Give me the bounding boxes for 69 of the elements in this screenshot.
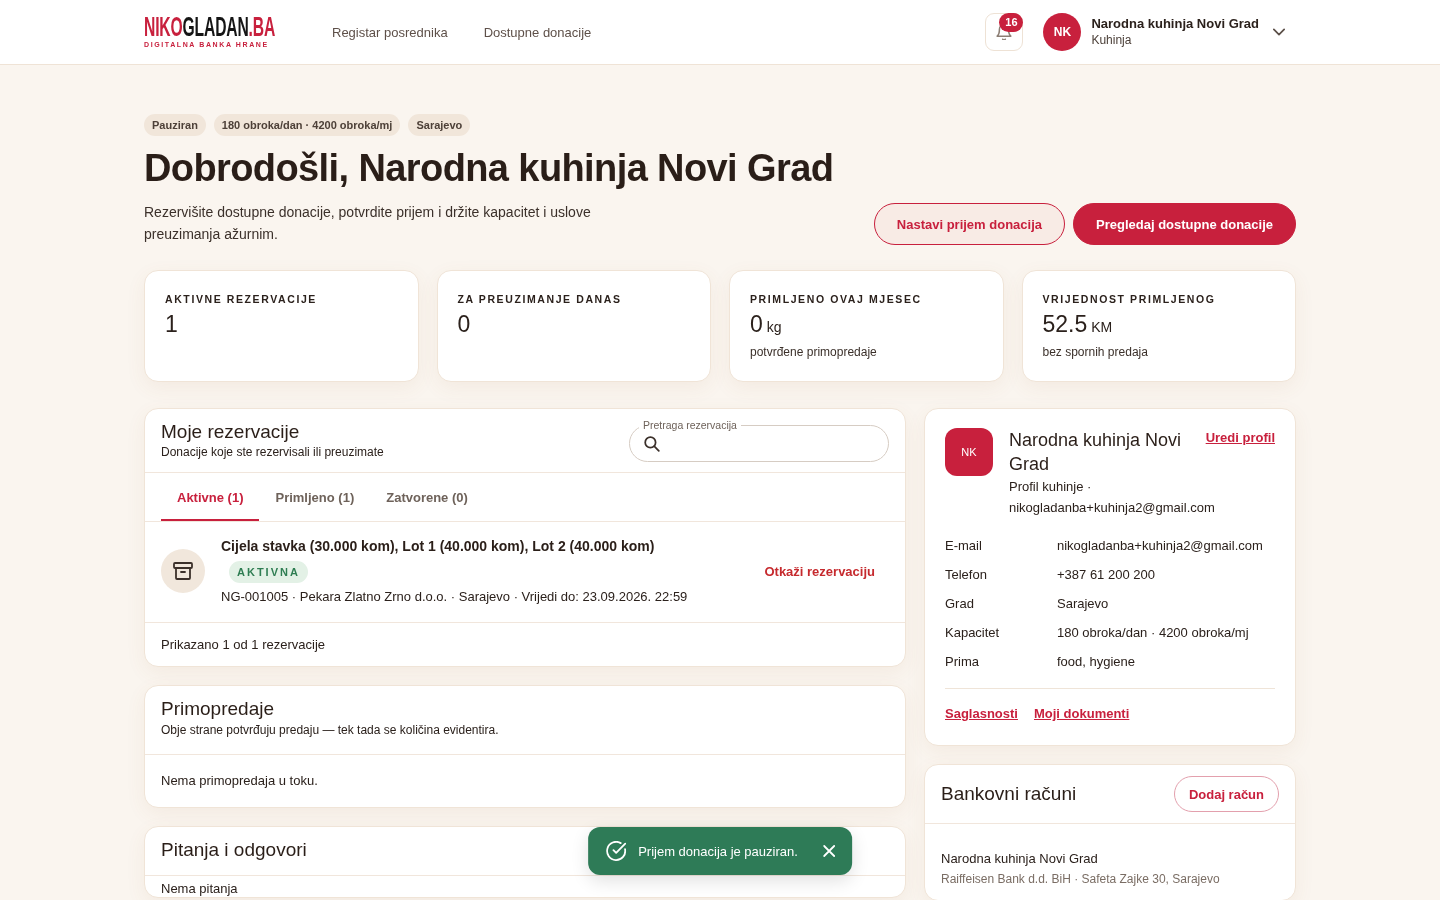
tab[interactable]: Aktivne (1) [161,473,260,521]
stat-value: 52.5 [1042,310,1088,338]
search-icon [644,435,660,452]
detail-label: Telefon [945,567,987,582]
info-chip: 180 obroka/dan · 4200 obroka/mj [213,114,401,136]
user-name: Narodna kuhinja Novi Grad [1091,16,1259,32]
stat-value: 0 [750,310,763,338]
user-role: Kuhinja [1091,32,1133,48]
panel-subtitle: Obje strane potvrđuju predaju — tek tada se količina evidentira. [161,722,499,738]
detail-value: 180 obroka/dan · 4200 obroka/mj [1057,625,1249,640]
stat-value: 1 [165,310,178,338]
stat-label: VRIJEDNOST PRIMLJENOG [1042,292,1216,306]
account-bank: Raiffeisen Bank d.d. BiH · Safeta Zajke 30, Sarajevo [941,871,1220,888]
info-chip: Pauziran [144,114,206,136]
profile-description: Profil kuhinje · nikogladanba+kuhinja2@gmail.com [1009,478,1216,517]
profile-link[interactable]: Saglasnosti [945,704,1018,724]
user-avatar[interactable]: NK [1043,13,1082,51]
cancel-reservation-button[interactable]: Otkaži rezervaciju [750,557,889,585]
archive-box-icon [161,549,205,593]
stat-label: ZA PREUZIMANJE DANAS [457,292,622,306]
detail-label: Kapacitet [945,625,1000,640]
panel-subtitle: Donacije koje ste rezervisali ili preuzimate [161,444,384,460]
add-account-button[interactable]: Dodaj račun [1173,776,1279,812]
reservation-title: Cijela stavka (30.000 kom), Lot 1 (40.000 kom), Lot 2 (40.000 kom) [221,537,655,556]
chevron-down-icon [1273,28,1285,36]
toast-message: Prijem donacija je pauziran. [638,843,798,859]
page-description: Rezervišite dostupne donacije, potvrdite prijem i držite kapacitet i uslove preuzimanja ažurnim. [144,203,592,244]
bell-icon [996,24,1013,40]
edit-profile-link[interactable]: Uredi profil [1205,430,1275,446]
close-icon [822,845,835,857]
page-title: Dobrodošli, Narodna kuhinja Novi Grad [144,146,834,191]
notification-badge: 16 [999,13,1024,32]
panel-title: Primopredaje [161,697,274,721]
check-circle-icon [606,841,627,861]
results-count: Prikazano 1 od 1 rezervacije [161,636,326,654]
nav-link[interactable]: Registar posrednika [332,24,448,40]
logo-wordmark[interactable]: NIKOGLADAN.BA [144,15,276,38]
detail-value: food, hygiene [1057,654,1136,669]
stat-value: 0 [457,310,471,338]
detail-value: +387 61 200 200 [1057,567,1155,582]
stat-note: potvrđene primopredaje [750,344,877,360]
detail-label: Prima [945,654,979,669]
empty-state-text: Nema pitanja [161,881,238,897]
detail-value: Sarajevo [1057,596,1109,611]
panel-title: Moje rezervacije [161,420,300,444]
status-badge: AKTIVNA [229,561,308,583]
info-chip: Sarajevo [408,114,471,136]
account-holder: Narodna kuhinja Novi Grad [941,850,1098,868]
browse-donations-button[interactable]: Pregledaj dostupne donacije [1073,203,1296,245]
detail-label: Grad [945,596,974,611]
panel-title: Pitanja i odgovori [161,838,307,862]
empty-state-text: Nema primopredaja u toku. [161,772,318,790]
stat-unit: kg [766,319,782,335]
card-title: Bankovni računi [941,782,1077,806]
detail-value: nikogladanba+kuhinja2@gmail.com [1057,538,1263,553]
detail-label: E-mail [945,538,982,553]
tab[interactable]: Primljeno (1) [259,473,371,521]
reservation-details: NG-001005 · Pekara Zlatno Zrno d.o.o. · Sarajevo · Vrijedi do: 23.09.2026. 22:59 [221,588,688,606]
stat-label: PRIMLJENO OVAJ MJESEC [750,292,922,306]
profile-link[interactable]: Moji dokumenti [1033,704,1130,724]
nav-link[interactable]: Dostupne donacije [483,24,592,40]
tab[interactable]: Zatvorene (0) [370,473,484,521]
resume-button[interactable]: Nastavi prijem donacija [873,203,1065,245]
notifications-button[interactable]: 16 [985,13,1024,51]
stat-label: AKTIVNE REZERVACIJE [165,292,317,306]
stat-unit: KM [1091,319,1113,335]
profile-name: Narodna kuhinja Novi Grad [1009,429,1183,476]
profile-avatar: NK [945,428,993,476]
stat-note: bez spornih predaja [1042,344,1148,360]
